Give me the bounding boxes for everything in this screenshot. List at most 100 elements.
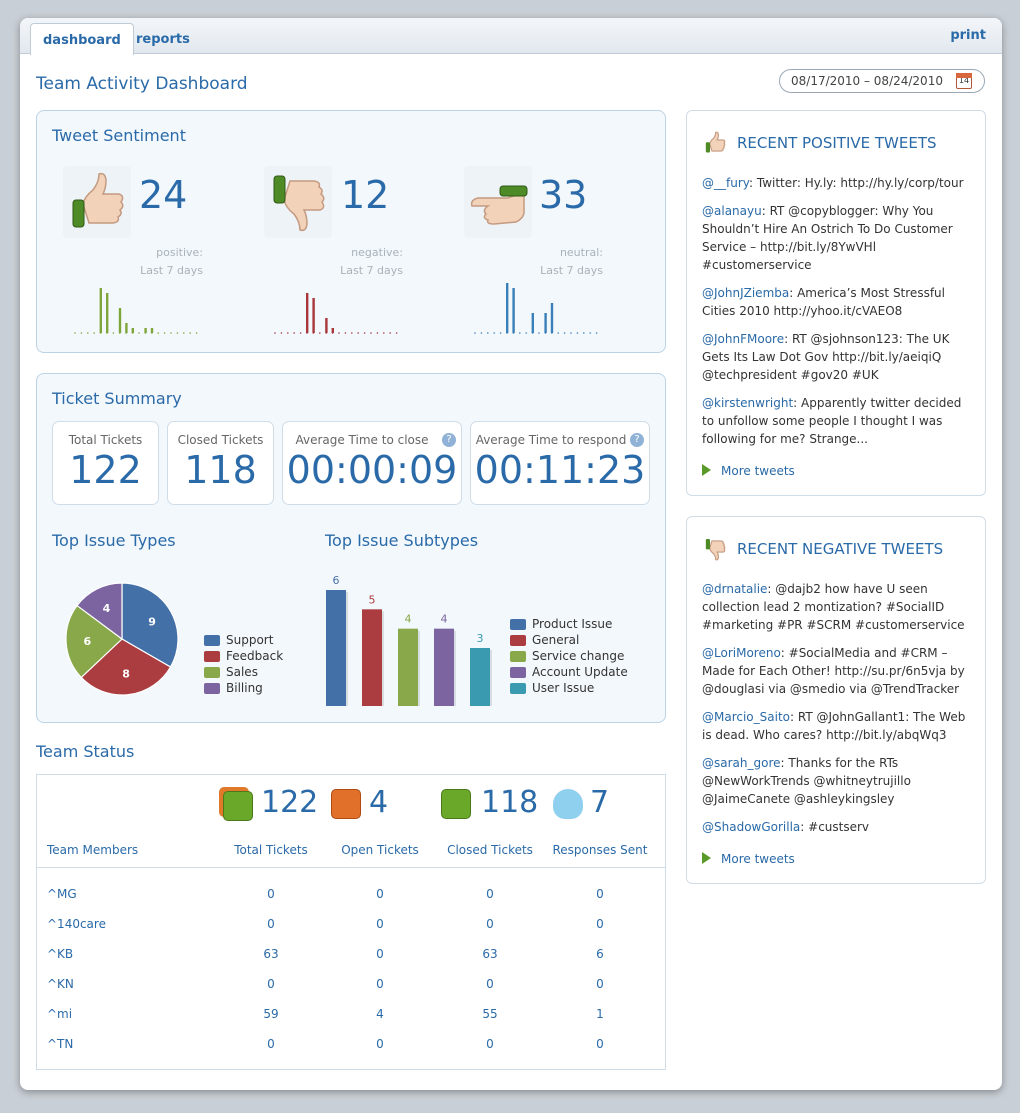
table-cell: 0 xyxy=(376,977,384,991)
legend-item: User Issue xyxy=(510,680,628,696)
tweet-user-link[interactable]: @drnatalie xyxy=(702,582,767,596)
legend-label: User Issue xyxy=(532,681,595,695)
spark-dot xyxy=(474,332,476,334)
legend-item: General xyxy=(510,632,628,648)
tweet-item: @ShadowGorilla: #custserv xyxy=(702,818,974,836)
tab-reports[interactable]: reports xyxy=(124,23,202,54)
header-closed-tickets: Closed Tickets xyxy=(447,843,533,857)
tweet-user-link[interactable]: @alanayu xyxy=(702,204,762,218)
tweet-user-link[interactable]: @ShadowGorilla xyxy=(702,820,800,834)
issue-subtypes-bar-chart: 6 5 4 4 3 xyxy=(326,574,492,706)
spark-bar xyxy=(150,328,154,333)
spark-dot xyxy=(595,332,598,334)
team-member-name[interactable]: ^mi xyxy=(47,1007,197,1021)
tweet-user-link[interactable]: @kirstenwright xyxy=(702,396,793,410)
top-issue-types-title: Top Issue Types xyxy=(52,531,176,550)
calendar-icon[interactable]: 14 xyxy=(956,73,972,89)
page-title: Team Activity Dashboard xyxy=(36,74,248,94)
tweet-text: : #custserv xyxy=(800,820,870,834)
table-cell: 0 xyxy=(486,917,494,931)
pie-slice-label: 4 xyxy=(103,602,111,615)
spark-dot xyxy=(557,332,559,334)
spark-dot xyxy=(87,332,89,334)
top-issue-subtypes-title: Top Issue Subtypes xyxy=(325,531,479,550)
team-member-name[interactable]: ^TN xyxy=(47,1037,197,1051)
legend-label: Service change xyxy=(532,649,625,663)
help-icon[interactable]: ? xyxy=(442,433,456,447)
negative-tweets-title: RECENT NEGATIVE TWEETS xyxy=(737,540,944,558)
spark-dot xyxy=(189,332,191,334)
header-divider xyxy=(37,867,665,868)
more-tweets-label: More tweets xyxy=(721,852,795,866)
spark-bar xyxy=(512,288,515,333)
date-range-picker[interactable]: 08/17/2010 – 08/24/2010 14 xyxy=(779,69,985,93)
table-cell: 0 xyxy=(376,947,384,961)
spark-dot xyxy=(370,332,372,334)
negative-tweets-panel: RECENT NEGATIVE TWEETS @drnatalie: @dajb… xyxy=(686,516,986,884)
legend-swatch xyxy=(510,666,526,678)
table-cell: 6 xyxy=(596,947,604,961)
spark-dot xyxy=(583,332,585,334)
tweet-user-link[interactable]: @sarah_gore xyxy=(702,756,781,770)
bar-value-label: 6 xyxy=(333,574,340,587)
spark-dot xyxy=(589,332,591,334)
spark-dot xyxy=(280,332,283,334)
header-team-members: Team Members xyxy=(47,843,139,857)
arrow-right-icon xyxy=(702,852,711,864)
positive-count: 24 xyxy=(139,173,188,217)
tweet-user-link[interactable]: @LoriMoreno xyxy=(702,646,781,660)
spark-dot xyxy=(274,332,276,334)
spark-dot xyxy=(576,332,579,334)
thumbs-down-icon xyxy=(705,539,726,561)
spark-bar xyxy=(118,308,122,333)
tweet-text: : Twitter: Hy.ly: http://hy.ly/corp/tour xyxy=(749,176,964,190)
bar-value-label: 4 xyxy=(441,613,448,626)
avg-respond-card: Average Time to respond ? 00:11:23 xyxy=(470,421,650,505)
open-ticket-icon xyxy=(331,789,361,819)
spark-bar xyxy=(550,303,554,333)
ticket-summary-title: Ticket Summary xyxy=(52,389,182,408)
closed-tickets-card: Closed Tickets 118 xyxy=(167,421,274,505)
tweet-user-link[interactable]: @Marcio_Saito xyxy=(702,710,790,724)
spark-dot xyxy=(525,332,527,334)
spark-dot xyxy=(163,332,166,334)
spark-bar xyxy=(325,318,328,333)
spark-dot xyxy=(344,332,347,334)
more-positive-tweets-link[interactable]: More tweets xyxy=(702,464,795,478)
legend-item: Billing xyxy=(204,680,283,696)
legend-label: Support xyxy=(226,633,274,647)
spark-dot xyxy=(170,332,172,334)
neutral-label: neutral: xyxy=(559,246,603,259)
table-cell: 0 xyxy=(486,887,494,901)
spark-bar xyxy=(544,313,547,333)
spark-bar xyxy=(125,323,128,333)
issue-types-legend: Support Feedback Sales Billing xyxy=(204,632,283,696)
tweet-user-link[interactable]: @JohnFMoore xyxy=(702,332,784,346)
bar-value-label: 3 xyxy=(477,632,484,645)
team-member-name[interactable]: ^KN xyxy=(47,977,197,991)
avg-respond-label: Average Time to respond xyxy=(475,433,627,447)
spark-dot xyxy=(538,332,540,334)
spark-dot xyxy=(195,332,198,334)
thumbs-up-icon xyxy=(705,131,726,153)
table-cell: 0 xyxy=(376,887,384,901)
summary-open: 4 xyxy=(369,785,389,820)
tab-dashboard[interactable]: dashboard xyxy=(30,23,134,55)
positive-label: positive: xyxy=(156,246,203,259)
legend-label: Billing xyxy=(226,681,263,695)
team-member-name[interactable]: ^KB xyxy=(47,947,197,961)
legend-swatch xyxy=(510,618,526,630)
help-icon[interactable]: ? xyxy=(630,433,644,447)
print-link[interactable]: print xyxy=(950,28,986,43)
table-cell: 59 xyxy=(263,1007,279,1021)
spark-dot xyxy=(480,332,483,334)
tweet-item: @JohnJZiemba: America’s Most Stressful C… xyxy=(702,284,974,320)
team-member-name[interactable]: ^140care xyxy=(47,917,197,931)
table-cell: 55 xyxy=(482,1007,498,1021)
more-negative-tweets-link[interactable]: More tweets xyxy=(702,852,795,866)
tweet-user-link[interactable]: @JohnJZiemba xyxy=(702,286,789,300)
team-member-name[interactable]: ^MG xyxy=(47,887,197,901)
table-cell: 0 xyxy=(596,977,604,991)
tweet-user-link[interactable]: @__fury xyxy=(702,176,749,190)
bar xyxy=(326,590,346,706)
